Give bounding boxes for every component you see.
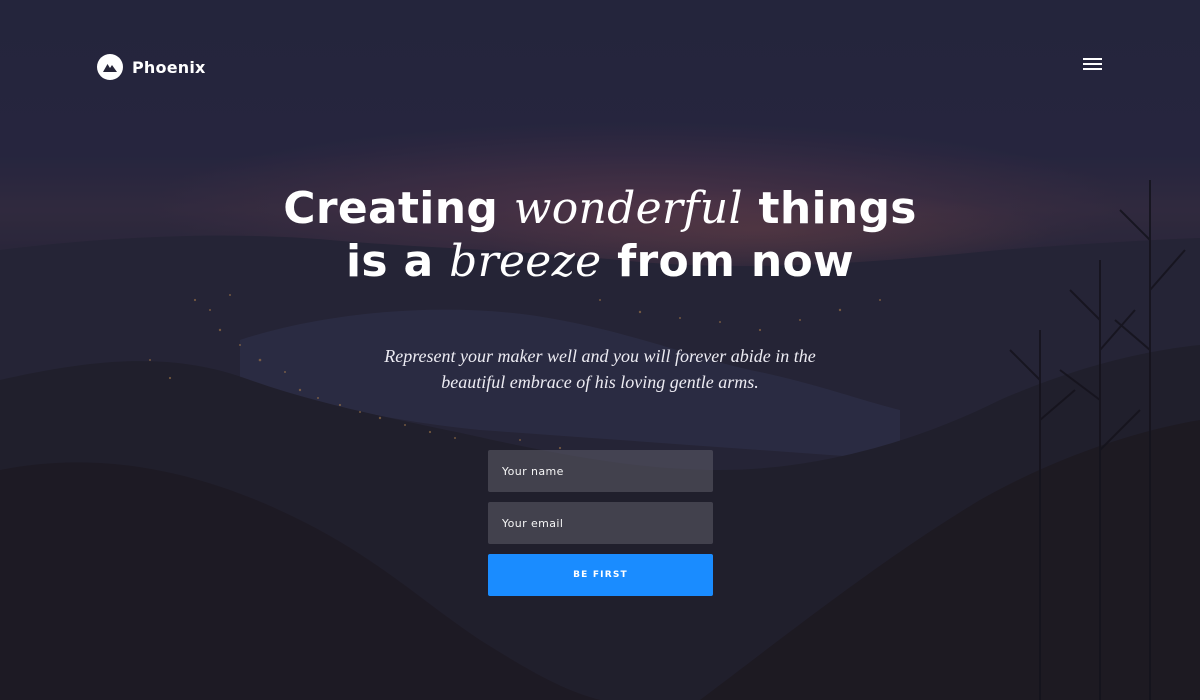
menu-bar [1082, 63, 1102, 65]
subtitle: Represent your maker well and you will f… [350, 343, 850, 395]
headline-emphasis: wonderful [513, 183, 743, 234]
mountain-icon [97, 54, 123, 80]
headline-line-1: Creating wonderful things [283, 183, 916, 234]
be-first-button[interactable]: BE FIRST [488, 554, 713, 596]
hero-section: Creating wonderful things is a breeze fr… [0, 182, 1200, 395]
menu-bar [1082, 68, 1102, 70]
subtitle-line: Represent your maker well and you will f… [384, 346, 816, 366]
headline-line-2: is a breeze from now [346, 236, 854, 287]
menu-bar [1082, 58, 1102, 60]
headline-text: is a [346, 236, 434, 287]
subtitle-line: beautiful embrace of his loving gentle a… [441, 372, 759, 392]
hamburger-menu-icon[interactable] [1081, 55, 1103, 73]
brand-logo[interactable]: Phoenix [97, 54, 206, 80]
email-field[interactable] [488, 502, 713, 544]
headline-text: Creating [283, 183, 499, 234]
brand-name: Phoenix [132, 57, 206, 77]
name-field[interactable] [488, 450, 713, 492]
site-header: Phoenix [97, 54, 1103, 82]
headline-text: things [758, 183, 917, 234]
headline-emphasis: breeze [449, 236, 602, 287]
signup-form: BE FIRST [488, 450, 713, 596]
headline: Creating wonderful things is a breeze fr… [0, 182, 1200, 288]
headline-text: from now [617, 236, 854, 287]
